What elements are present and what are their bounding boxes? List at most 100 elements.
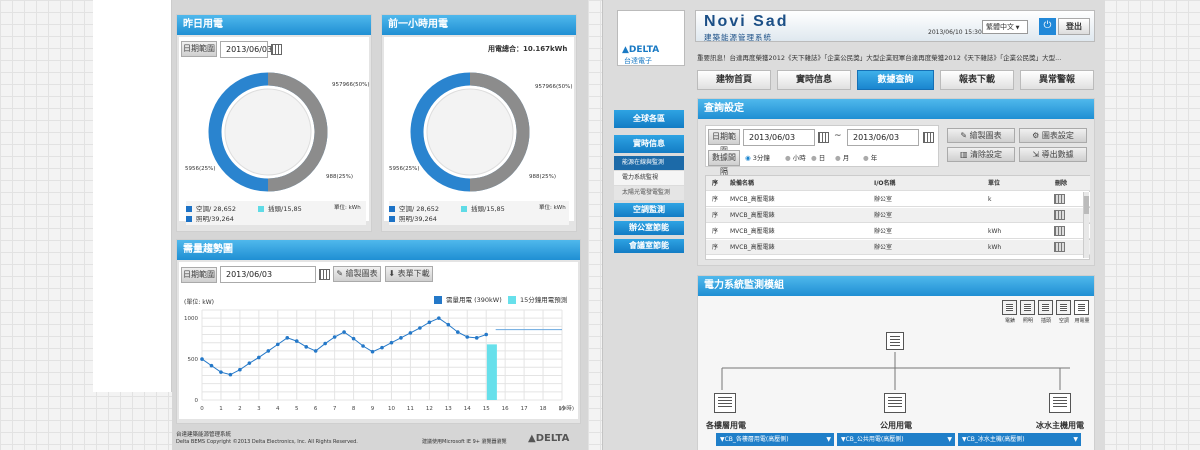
brand-title: Novi Sad: [704, 13, 789, 30]
main-meter-icon[interactable]: [886, 332, 904, 350]
delete-icon[interactable]: [1054, 210, 1065, 220]
demand-point: [228, 372, 233, 377]
x-tick-label: 9: [371, 406, 375, 412]
dropdown-chiller[interactable]: ▼CB_冰水主機(高壓側) ▼: [958, 433, 1081, 446]
ac-icon[interactable]: [1056, 300, 1071, 315]
public-meter-icon[interactable]: [884, 393, 906, 413]
yesterday-date-input[interactable]: 2013/06/03: [220, 41, 272, 58]
export-data-button[interactable]: ⇲ 導出數據: [1019, 147, 1087, 162]
floor-meter-icon[interactable]: [714, 393, 736, 413]
dropdown-floor[interactable]: ▼CB_各樓層用電(高壓側) ▼: [716, 433, 834, 446]
x-tick-label: 10: [388, 406, 395, 412]
query-date-from[interactable]: 2013/06/03: [743, 129, 815, 146]
demand-point: [408, 331, 413, 335]
toolbar-label: 電錶: [1004, 318, 1015, 324]
nav-ac[interactable]: 空調監測: [614, 203, 684, 217]
clear-settings-button[interactable]: ▥ 清除設定: [947, 147, 1015, 162]
tab-data-query[interactable]: 數據查詢: [857, 70, 934, 90]
radio-month[interactable]: ● 月: [835, 152, 849, 162]
date-range-tilde: ~: [834, 131, 842, 141]
legend-item: 插頭/15,85: [258, 203, 302, 213]
table-cell: 辦公室: [874, 228, 893, 235]
demand-point: [323, 341, 327, 346]
nav-meeting[interactable]: 會議室節能: [614, 239, 684, 253]
demand-point: [418, 326, 422, 330]
demand-point: [351, 336, 356, 341]
nav-energy[interactable]: 能源在線與監測: [614, 156, 684, 170]
nav-global[interactable]: 全球各區: [614, 110, 684, 128]
demand-point: [389, 340, 394, 345]
toolbar-label: 用電量: [1074, 318, 1090, 324]
calendar-icon[interactable]: [319, 269, 330, 280]
table-row[interactable]: 序 MVCB_高壓電錶 辦公室 kWh: [706, 240, 1090, 255]
trash-icon: ▥: [959, 150, 971, 159]
table-cell: k: [988, 196, 992, 203]
dropdown-public[interactable]: ▼CB_公共用電(高壓側) ▼: [837, 433, 955, 446]
yesterday-legend: 空調/ 28,652 插頭/15,85 照明/39,264 單位: kWh: [186, 201, 366, 225]
query-date-to[interactable]: 2013/06/03: [847, 129, 919, 146]
footer-line-1: 台達建築能源管理系統: [176, 432, 232, 438]
delete-icon[interactable]: [1054, 242, 1065, 252]
language-select[interactable]: 繁體中文 ▼: [982, 20, 1028, 34]
trend-date-input[interactable]: 2013/06/03: [220, 266, 316, 283]
tab-home[interactable]: 建物首頁: [697, 70, 771, 90]
nav-office[interactable]: 辦公室節能: [614, 221, 684, 235]
calendar-icon[interactable]: [818, 132, 829, 143]
radio-3min[interactable]: ◉ 3分鐘: [745, 152, 770, 162]
tab-report[interactable]: 報表下載: [940, 70, 1014, 90]
demand-point: [361, 344, 365, 348]
chart-settings-button[interactable]: ⚙ 圖表設定: [1019, 128, 1087, 143]
yesterday-label-top: 957966(50%): [332, 82, 370, 88]
interval-label: 數據間隔: [708, 150, 740, 176]
demand-point: [455, 330, 460, 334]
demand-point: [238, 367, 242, 372]
plug-icon[interactable]: [1038, 300, 1053, 315]
draw-chart-button[interactable]: ✎ 繪製圖表: [947, 128, 1015, 143]
draw-chart-button[interactable]: ✎ 繪製圖表: [333, 266, 381, 282]
demand-point: [304, 345, 309, 349]
meter-icon[interactable]: [1002, 300, 1017, 315]
usage-icon[interactable]: [1074, 300, 1089, 315]
trend-legend-1: 需量用電 (390kW): [434, 294, 502, 304]
nav-realtime[interactable]: 實時信息: [614, 135, 684, 153]
table-cell: 序: [712, 212, 719, 219]
delete-icon[interactable]: [1054, 194, 1065, 204]
download-form-button[interactable]: ⬇ 表單下載: [385, 266, 433, 282]
demand-point: [294, 339, 299, 343]
logout-button[interactable]: 登出: [1058, 18, 1090, 35]
footer-copyright: Delta BEMS Copyright ©2013 Delta Electro…: [176, 439, 358, 445]
toolbar-label: 照明: [1022, 318, 1033, 324]
demand-point: [342, 330, 346, 334]
nav-power[interactable]: 電力系統監視: [614, 171, 684, 185]
yesterday-date-label: 日期範圍: [181, 41, 217, 57]
demand-point: [285, 336, 290, 340]
demand-point: [370, 349, 375, 354]
delete-icon[interactable]: [1054, 226, 1065, 236]
nav-solar[interactable]: 太陽光電發電監測: [614, 186, 684, 200]
pencil-icon: ✎: [960, 131, 970, 140]
tab-realtime[interactable]: 實時信息: [777, 70, 851, 90]
news-ticker[interactable]: 重要訊息！台達再度榮獲2012《天下雜誌》「企業公民獎」大型企業冠軍台達再度榮獲…: [697, 52, 1094, 64]
y-tick-label: 500: [188, 357, 199, 363]
prediction-bar: [486, 344, 497, 400]
calendar-icon[interactable]: [923, 132, 934, 143]
chevron-down-icon: ▼: [947, 436, 952, 443]
calendar-icon[interactable]: [271, 44, 282, 55]
table-row[interactable]: 序 MVCB_高壓電錶 辦公室 kWh: [706, 224, 1090, 239]
demand-point: [437, 316, 441, 320]
table-row[interactable]: 序 MVCB_高壓電錶 辦公室: [706, 208, 1090, 223]
brand-subtitle: 建築能源管理系統: [704, 33, 772, 42]
tab-alarm[interactable]: 異常警報: [1020, 70, 1094, 90]
radio-day[interactable]: ● 日: [811, 152, 825, 162]
radio-year[interactable]: ● 年: [863, 152, 877, 162]
table-scrollbar[interactable]: [1083, 192, 1089, 258]
table-row[interactable]: 序 MVCB_高壓電錶 辦公室 k: [706, 192, 1090, 207]
demand-point: [275, 342, 280, 347]
x-tick-label: 12: [426, 406, 433, 412]
radio-hour[interactable]: ● 小時: [785, 152, 806, 162]
power-icon[interactable]: ⏻: [1039, 18, 1056, 35]
node-label-floor: 各樓層用電: [706, 421, 746, 430]
export-icon: ⇲: [1032, 150, 1042, 159]
chiller-meter-icon[interactable]: [1049, 393, 1071, 413]
light-icon[interactable]: [1020, 300, 1035, 315]
